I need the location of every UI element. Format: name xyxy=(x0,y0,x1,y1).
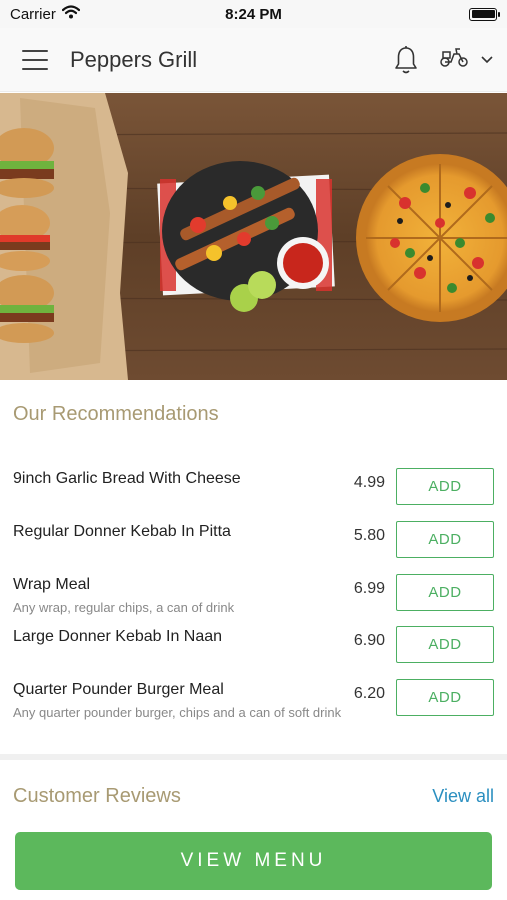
list-item: Regular Donner Kebab In Pitta 5.80 ADD xyxy=(0,509,507,562)
item-name: 9inch Garlic Bread With Cheese xyxy=(13,470,241,487)
status-left: Carrier xyxy=(10,5,80,23)
item-name: Wrap Meal xyxy=(13,575,91,593)
recommendations-title: Our Recommendations xyxy=(13,403,219,425)
scooter-icon xyxy=(439,46,469,73)
item-price: 6.90 xyxy=(353,632,385,650)
list-item: Wrap Meal Any wrap, regular chips, a can… xyxy=(0,562,507,615)
battery-fill xyxy=(471,10,495,18)
section-divider xyxy=(0,754,507,760)
delivery-selector[interactable] xyxy=(439,46,493,73)
view-all-reviews-link[interactable]: View all xyxy=(432,786,494,807)
list-item: Large Donner Kebab In Naan 6.90 ADD xyxy=(0,614,507,667)
hamburger-menu-icon[interactable] xyxy=(22,49,48,70)
item-name: Large Donner Kebab In Naan xyxy=(13,628,223,646)
item-price: 6.20 xyxy=(353,685,385,702)
add-button[interactable]: ADD xyxy=(396,573,494,611)
restaurant-title: Peppers Grill xyxy=(70,46,198,72)
item-description: Any wrap, regular chips, a can of drink xyxy=(13,599,235,615)
view-menu-button[interactable]: VIEW MENU xyxy=(15,832,492,890)
list-item: Quarter Pounder Burger Meal Any quarter … xyxy=(0,667,507,720)
add-button[interactable]: ADD xyxy=(396,679,494,716)
hero-food-image xyxy=(0,93,507,380)
item-name: Regular Donner Kebab In Pitta xyxy=(13,522,231,540)
bell-icon[interactable] xyxy=(393,45,419,75)
item-name: Quarter Pounder Burger Meal xyxy=(13,681,224,698)
recommendation-list: 9inch Garlic Bread With Cheese 4.99 ADD … xyxy=(0,456,507,720)
reviews-title: Customer Reviews xyxy=(13,785,181,807)
item-price: 5.80 xyxy=(353,526,385,544)
list-item: 9inch Garlic Bread With Cheese 4.99 ADD xyxy=(0,456,507,509)
add-button[interactable]: ADD xyxy=(396,520,494,558)
item-description: Any quarter pounder burger, chips and a … xyxy=(13,705,342,720)
carrier-label: Carrier xyxy=(10,5,56,23)
chevron-down-icon xyxy=(481,51,493,69)
wifi-icon xyxy=(61,5,80,23)
app-header: Peppers Grill xyxy=(0,28,507,92)
status-bar: Carrier 8:24 PM xyxy=(0,0,507,28)
item-price: 6.99 xyxy=(353,579,385,597)
add-button[interactable]: ADD xyxy=(396,468,494,505)
battery-icon xyxy=(469,7,500,21)
header-actions xyxy=(393,45,493,75)
add-button[interactable]: ADD xyxy=(396,626,494,664)
item-price: 4.99 xyxy=(353,474,385,491)
